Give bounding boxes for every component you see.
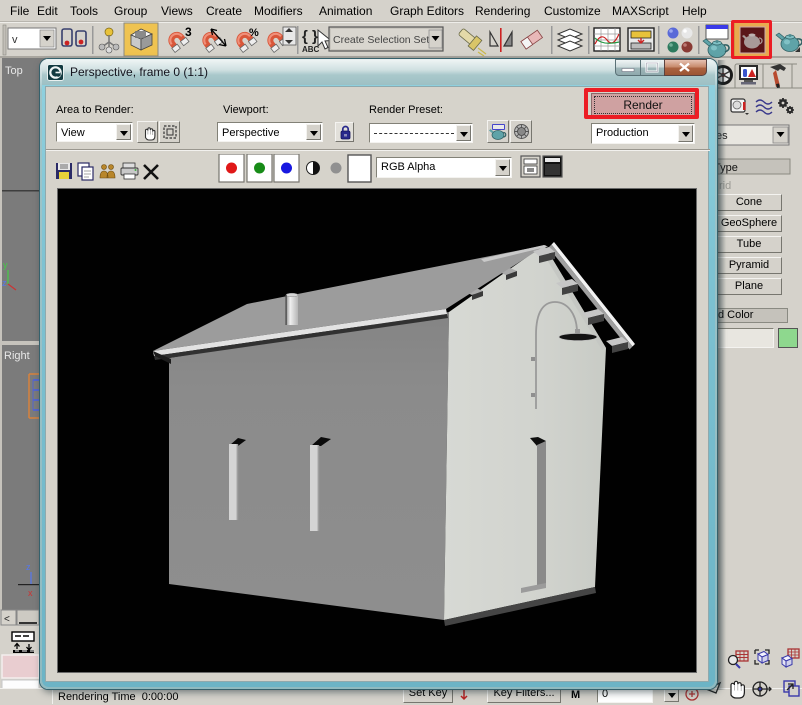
- svg-text:%: %: [249, 27, 259, 39]
- svg-text:ABC: ABC: [302, 45, 320, 54]
- svg-text:{ }: { }: [302, 28, 318, 45]
- svg-text:z: z: [2, 278, 7, 288]
- svg-text:3: 3: [185, 25, 192, 39]
- svg-text:y: y: [3, 260, 8, 270]
- svg-text:Right: Right: [4, 350, 30, 362]
- svg-text:Create Selection Set: Create Selection Set: [333, 34, 429, 46]
- svg-text:z: z: [26, 562, 31, 572]
- svg-text:Top: Top: [5, 65, 23, 77]
- svg-text:x: x: [28, 588, 33, 598]
- svg-text:<: <: [4, 614, 10, 625]
- svg-text:v: v: [12, 34, 18, 46]
